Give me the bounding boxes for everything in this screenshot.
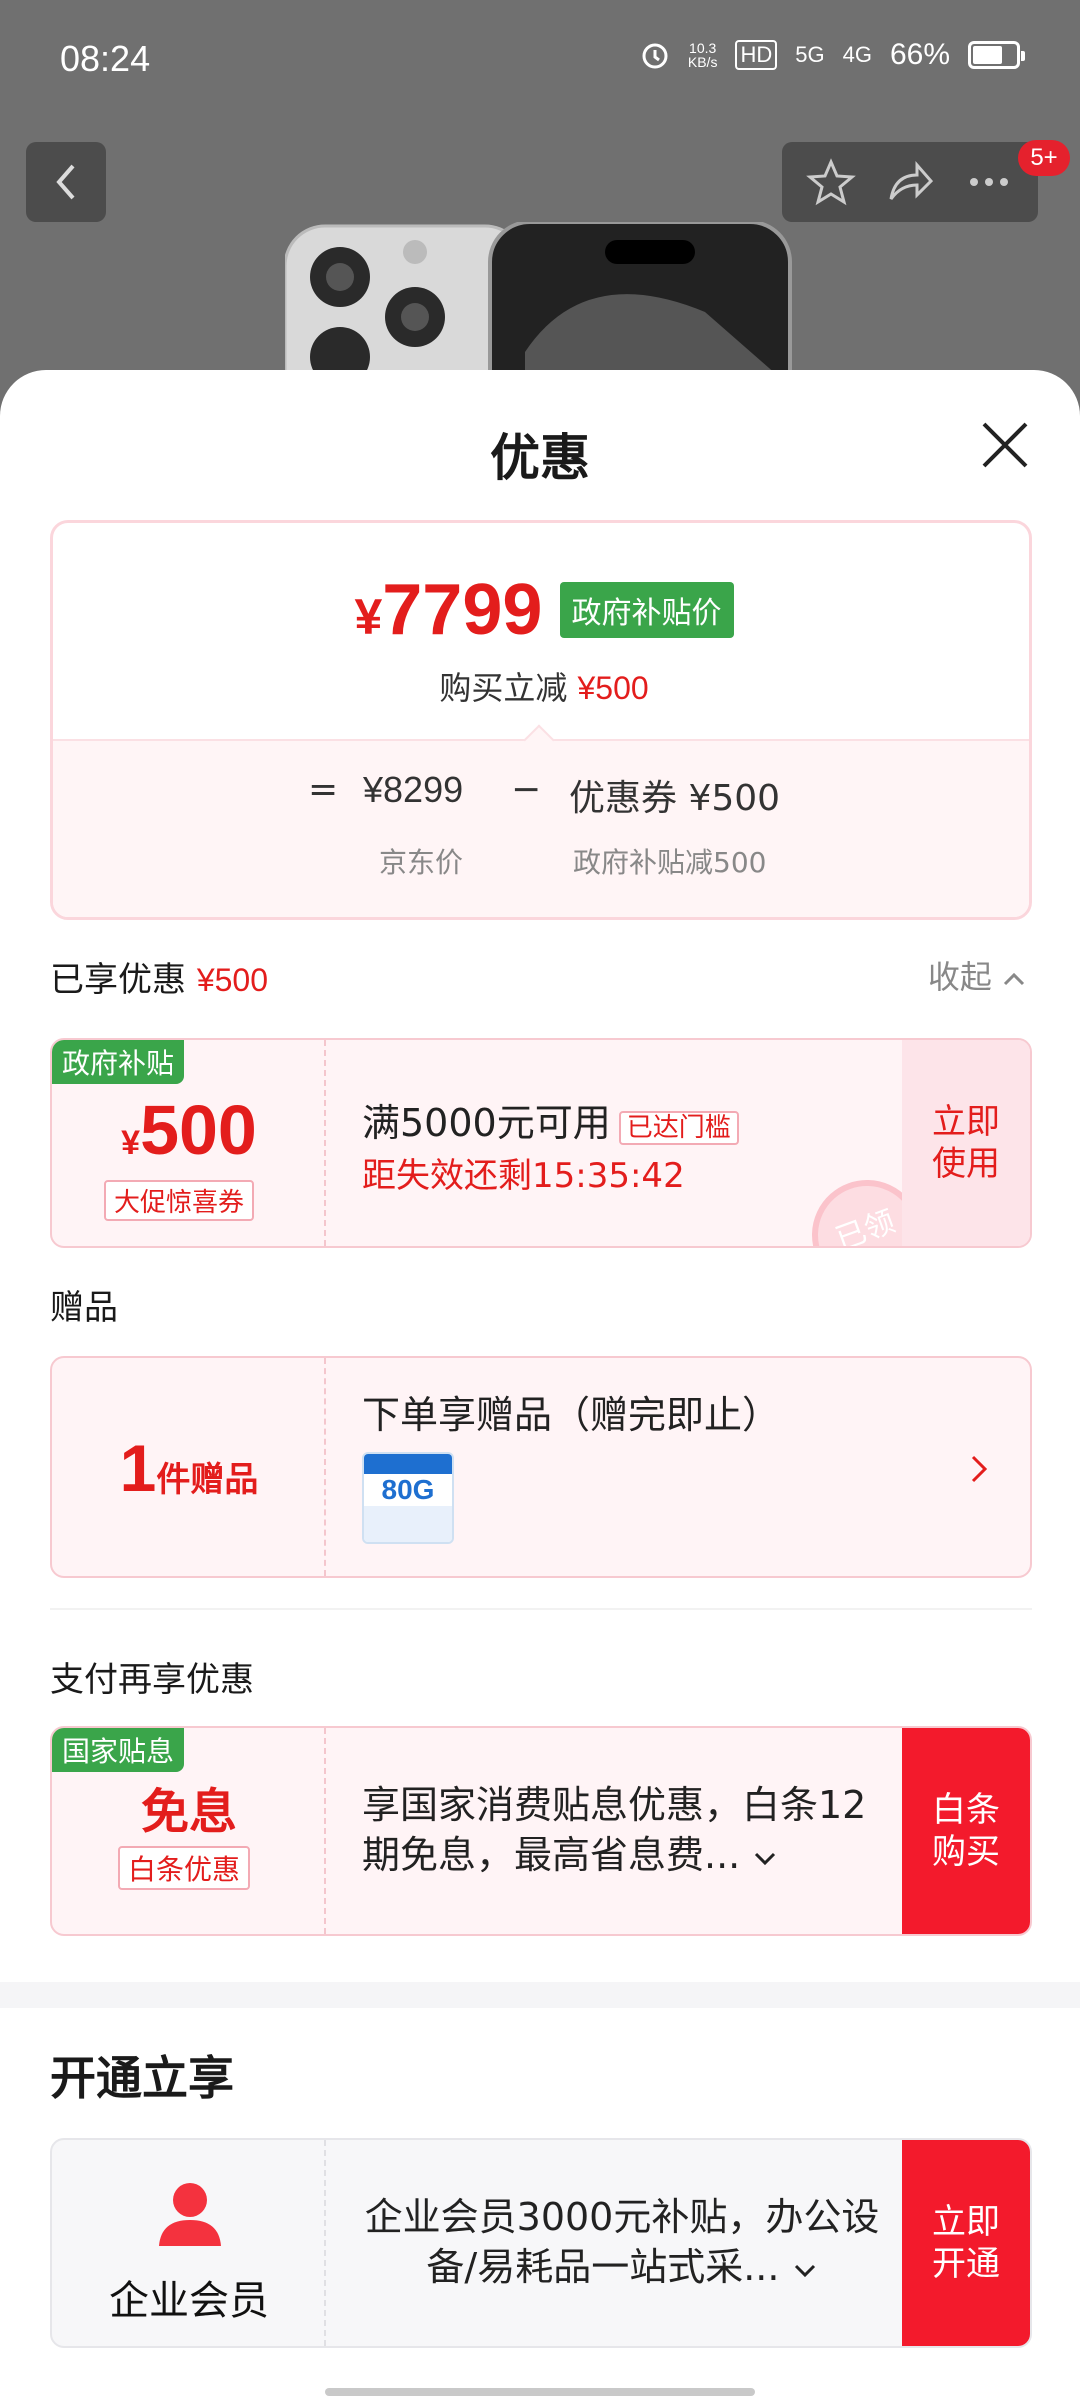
coupon-value: ¥500	[121, 1091, 257, 1169]
open-now-button[interactable]: 立即 开通	[902, 2140, 1030, 2346]
message-badge: 5+	[1018, 140, 1070, 176]
enjoyed-discount: 已享优惠 ¥500	[50, 960, 268, 1000]
coupon-amount: 优惠券 ¥500	[569, 778, 781, 819]
final-price: ¥7799	[354, 570, 543, 650]
interest-free: 免息	[140, 1784, 237, 1840]
sheet-title: 优惠	[490, 429, 590, 487]
baitiao-buy-button[interactable]: 白条 购买	[902, 1728, 1030, 1934]
status-time: 08:24	[60, 38, 151, 79]
hd-icon: HD	[735, 40, 778, 70]
enterprise-member-card: 企业会员 企业会员3000元补贴，办公设备/易耗品一站式采... 立即 开通	[50, 2138, 1032, 2348]
gift-header: 赠品	[50, 1288, 118, 1328]
pay-header: 支付再享优惠	[50, 1660, 254, 1700]
section-separator	[0, 1982, 1080, 2008]
open-header: 开通立享	[50, 2051, 234, 2105]
close-icon[interactable]	[978, 418, 1032, 472]
chevron-up-icon	[1003, 972, 1025, 986]
collapse-button[interactable]: 收起	[928, 952, 1026, 998]
gift-thumbnail: 80G	[362, 1452, 454, 1544]
member-description[interactable]: 企业会员3000元补贴，办公设备/易耗品一站式采...	[362, 2192, 882, 2292]
gift-count: 1件赠品	[119, 1431, 259, 1505]
person-icon	[159, 2183, 221, 2246]
gift-title: 下单享赠品（赠完即止）	[362, 1393, 781, 1437]
use-now-button[interactable]: 立即 使用	[902, 1040, 1030, 1246]
net-speed: 10.3 KB/s	[687, 40, 718, 70]
more-icon[interactable]	[964, 157, 1014, 207]
battery-percent: 66%	[889, 38, 950, 71]
installment-card: 国家贴息 免息 白条优惠 享国家消费贴息优惠，白条12期免息，最高省息费... …	[50, 1726, 1032, 1936]
coupon-condition: 满5000元可用 已达门槛	[362, 1092, 739, 1147]
subsidy-coupon: 政府补贴 ¥500 大促惊喜券 满5000元可用 已达门槛 距失效还剩15:35:…	[50, 1038, 1032, 1248]
discount-line: 购买立减 ¥500	[439, 669, 649, 707]
chevron-right-icon	[971, 1455, 988, 1483]
coupon-tag: 政府补贴	[52, 1040, 185, 1084]
gift-card[interactable]: 1件赠品 下单享赠品（赠完即止） 80G	[50, 1356, 1032, 1578]
chevron-down-icon	[794, 2264, 815, 2278]
signal-4g-icon: 4G	[842, 42, 872, 67]
gov-subsidy-tag: 政府补贴价	[559, 582, 734, 638]
product-image	[285, 222, 792, 382]
chevron-left-icon	[56, 164, 75, 200]
home-indicator[interactable]	[325, 2388, 755, 2396]
coupon-timer: 距失效还剩15:35:42	[362, 1156, 685, 1196]
promotion-sheet: 优惠 ¥7799 政府补贴价 购买立减 ¥500 = ¥8299 − 优惠券 ¥…	[0, 370, 1080, 2400]
jd-price: ¥8299	[363, 769, 464, 810]
member-label: 企业会员	[109, 2278, 269, 2324]
back-button[interactable]	[26, 142, 106, 222]
nav-actions	[782, 142, 1038, 222]
alarm-icon	[642, 43, 668, 69]
signal-5g-icon: 5G	[795, 42, 825, 67]
price-card: ¥7799 政府补贴价 购买立减 ¥500 = ¥8299 − 优惠券 ¥500…	[50, 520, 1032, 920]
chevron-down-icon	[755, 1852, 776, 1866]
coupon-type-badge: 大促惊喜券	[104, 1180, 255, 1221]
battery-icon	[968, 41, 1025, 69]
status-icons: 10.3 KB/s HD 5G 4G 66%	[640, 38, 1025, 72]
star-icon[interactable]	[806, 157, 857, 207]
share-icon[interactable]	[885, 157, 935, 207]
baitiao-badge: 白条优惠	[118, 1846, 251, 1890]
divider	[50, 1608, 1032, 1610]
status-bar: 08:24 10.3 KB/s HD 5G 4G 66%	[0, 0, 1080, 120]
pay-tag: 国家贴息	[52, 1728, 185, 1772]
pay-description[interactable]: 享国家消费贴息优惠，白条12期免息，最高省息费...	[362, 1780, 882, 1880]
